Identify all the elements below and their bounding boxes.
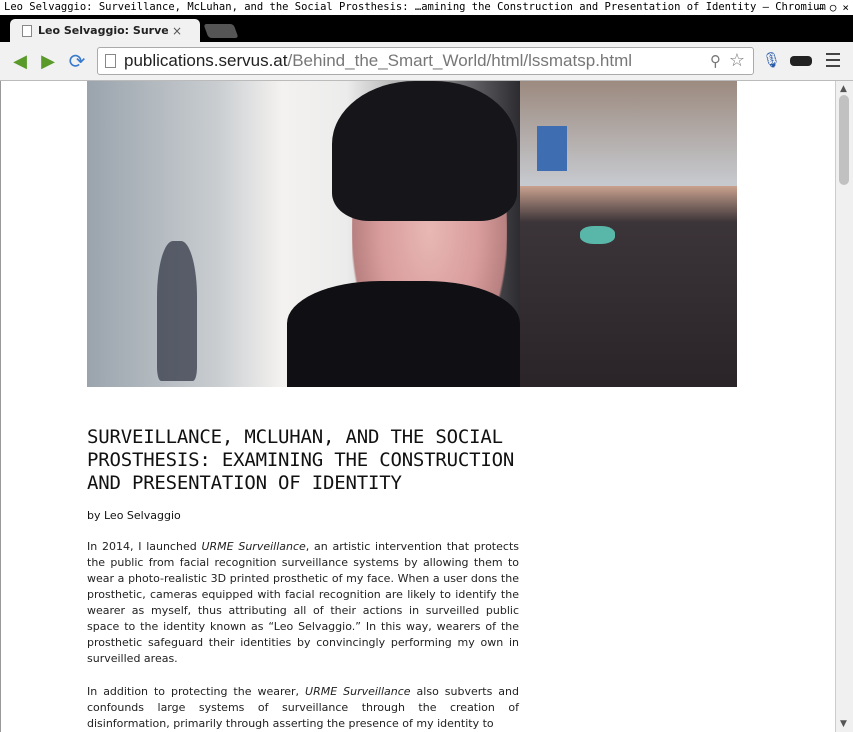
close-window-button[interactable]: × xyxy=(842,0,849,15)
portrait-photo xyxy=(87,81,520,387)
article-paragraph: In addition to protecting the wearer, UR… xyxy=(87,684,519,732)
tab-label: Leo Selvaggio: Surveillance xyxy=(38,24,168,37)
minimize-button[interactable]: – xyxy=(817,0,824,15)
browser-toolbar: ◀ ▶ ⟳ publications.servus.at/Behind_the_… xyxy=(0,42,853,81)
page-icon xyxy=(105,54,116,68)
italic-title: URME Surveillance xyxy=(201,540,306,553)
scrollbar-thumb[interactable] xyxy=(839,95,849,185)
text-run: In addition to protecting the wearer, xyxy=(87,685,306,698)
street-banner xyxy=(537,126,567,171)
crowd-photo xyxy=(520,81,737,387)
italic-title: URME Surveillance xyxy=(305,685,411,698)
tab-strip: Leo Selvaggio: Surveillance × xyxy=(0,16,853,42)
page-content: SURVEILLANCE, MCLUHAN, AND THE SOCIAL PR… xyxy=(0,81,835,732)
article: SURVEILLANCE, MCLUHAN, AND THE SOCIAL PR… xyxy=(87,426,519,732)
maximize-button[interactable]: ○ xyxy=(830,0,837,15)
incognito-mask-icon[interactable] xyxy=(790,56,812,66)
new-tab-button[interactable] xyxy=(203,24,239,38)
beanie-hat xyxy=(332,81,517,221)
url-text[interactable]: publications.servus.at/Behind_the_Smart_… xyxy=(124,51,632,71)
text-run: In 2014, I launched xyxy=(87,540,202,553)
crowd-wearing-masks xyxy=(520,186,737,387)
vertical-scrollbar[interactable]: ▲ ▼ xyxy=(835,81,853,732)
window-titlebar: Leo Selvaggio: Surveillance, McLuhan, an… xyxy=(0,0,853,16)
scroll-down-icon[interactable]: ▼ xyxy=(840,719,847,729)
url-path: /Behind_the_Smart_World/html/lssmatsp.ht… xyxy=(287,51,633,70)
menu-icon[interactable] xyxy=(826,53,840,71)
article-byline: by Leo Selvaggio xyxy=(87,509,181,522)
article-paragraph: In 2014, I launched URME Surveillance, a… xyxy=(87,539,519,667)
window-controls: – ○ × xyxy=(817,0,849,15)
reload-icon[interactable]: ⟳ xyxy=(67,49,87,73)
background-pedestrian xyxy=(157,241,197,381)
coat xyxy=(287,281,520,387)
url-host: publications.servus.at xyxy=(124,51,288,70)
article-title: SURVEILLANCE, MCLUHAN, AND THE SOCIAL PR… xyxy=(87,426,515,494)
scroll-up-icon[interactable]: ▲ xyxy=(840,84,847,94)
back-arrow-icon[interactable]: ◀ xyxy=(10,51,30,72)
search-icon[interactable]: ⚲ xyxy=(710,52,721,70)
hero-image xyxy=(87,81,737,387)
bookmark-star-icon[interactable]: ☆ xyxy=(729,50,745,71)
text-run: , an artistic intervention that protects… xyxy=(87,540,519,665)
tab-active[interactable]: Leo Selvaggio: Surveillance × xyxy=(10,19,200,42)
close-icon[interactable]: × xyxy=(172,24,182,38)
teal-scarf xyxy=(580,226,615,244)
microphone-icon[interactable]: 🎙 xyxy=(762,51,781,69)
address-bar[interactable]: publications.servus.at/Behind_the_Smart_… xyxy=(97,47,754,75)
forward-arrow-icon[interactable]: ▶ xyxy=(38,51,58,72)
window-title: Leo Selvaggio: Surveillance, McLuhan, an… xyxy=(4,1,826,13)
page-icon xyxy=(22,24,32,37)
